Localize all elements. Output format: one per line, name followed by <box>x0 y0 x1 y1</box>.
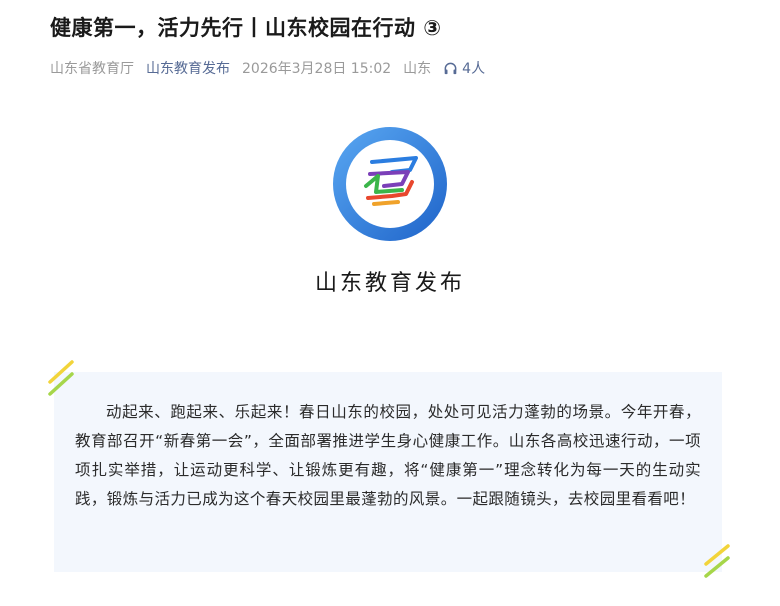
corner-stripes-top-left <box>48 360 74 396</box>
article-meta: 山东省教育厅 山东教育发布 2026年3月28日 15:02 山东 4人 <box>50 58 509 78</box>
listen-count: 4人 <box>462 61 486 77</box>
article-title: 健康第一，活力先行丨山东校园在行动 ③ <box>50 16 442 40</box>
brand-name: 山东教育发布 <box>314 271 465 296</box>
publish-location: 山东 <box>403 61 432 77</box>
corner-stripes-bottom-right <box>704 544 730 578</box>
account-link[interactable]: 山东教育发布 <box>146 58 230 78</box>
shandong-education-logo <box>333 127 447 241</box>
intro-paragraph: 动起来、跑起来、乐起来！春日山东的校园，处处可见活力蓬勃的场景。今年开春，教育部… <box>75 403 701 508</box>
article-author: 山东省教育厅 <box>50 61 134 77</box>
publish-datetime: 2026年3月28日 15:02 <box>242 61 392 77</box>
headphones-icon <box>444 62 457 74</box>
brand-logo <box>332 126 448 242</box>
listen-button[interactable]: 4人 <box>443 58 497 78</box>
